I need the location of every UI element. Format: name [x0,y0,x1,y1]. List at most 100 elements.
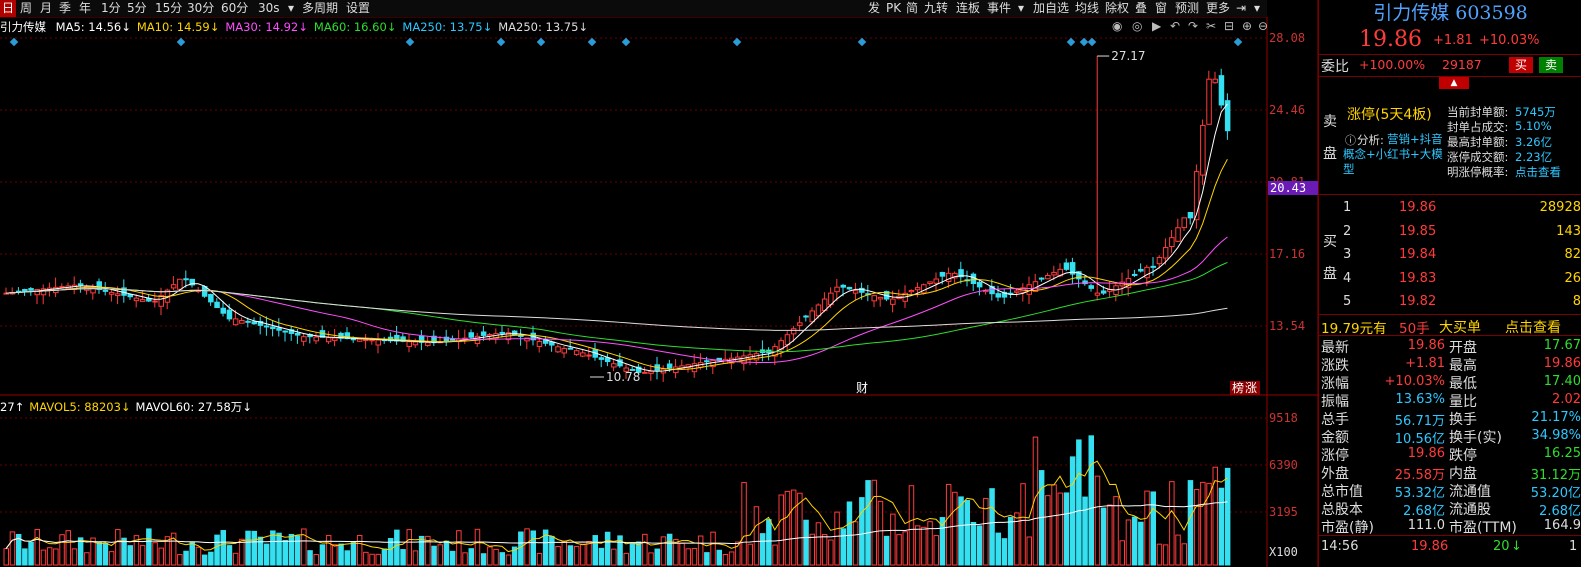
target-icon[interactable]: ◎ [1132,19,1142,33]
play-icon[interactable]: ▶ [1152,19,1161,33]
candle-body [28,288,34,291]
bid-level: 4 [1343,270,1352,286]
volume-bar [505,554,512,566]
volume-bar [883,535,890,566]
candle-body [809,310,815,323]
sell-button[interactable]: 卖 [1539,57,1563,73]
vol-legend-item: 27↑ [0,400,25,414]
candle-body [332,337,338,341]
candle-body [803,315,809,318]
limit-info-value[interactable]: 点击查看 [1515,164,1561,180]
scissors-icon[interactable]: ✂ [1206,19,1216,33]
ma-line-30 [5,236,1228,364]
candle-body [170,284,177,289]
candle-body [133,297,140,302]
stat-value: 10.56亿 [1394,432,1445,447]
stat-value: 17.67 [1543,338,1581,353]
vol-axis-label: 3195 [1269,505,1298,519]
volume-bar [226,545,233,566]
undo-icon[interactable]: ↶ [1170,19,1180,33]
candle-body [183,278,189,281]
eye-icon[interactable]: ◉ [1112,19,1122,33]
volume-bar [586,540,592,566]
volume-bar [356,535,363,566]
volume-bar [772,544,778,566]
price-axis-label: 28.08 [1269,31,1305,45]
volume-bar [778,494,784,566]
stock-title: 引力传媒 603598 [1373,2,1528,24]
big-order-link[interactable]: 点击查看 [1505,317,1561,337]
volume-bar [294,535,301,566]
volume-bar [710,531,716,566]
volume-bar [3,548,9,566]
candle-body [995,293,1001,298]
volume-bar [976,525,983,566]
volume-bar [524,528,530,566]
candle-body [846,286,853,290]
limit-info-key: 涨停成交额: [1447,150,1509,164]
candle-body [115,293,121,297]
candle-body [1156,256,1163,265]
volume-bar [958,496,964,566]
candle-body [1187,211,1194,219]
volume-bar [449,550,456,566]
candle-body [976,281,983,288]
stat-key: 涨幅 [1321,376,1349,392]
limit-info-value: 2.23亿 [1515,150,1553,164]
ma-legend-item: MA250: 13.75↓ [498,20,589,34]
volume-bar [722,553,729,566]
candle-body [790,328,797,335]
volume-bar [338,543,344,566]
analysis-text[interactable]: 营销+抖音概念+小红书+大模型 [1343,132,1445,177]
volume-bar [208,551,214,566]
chart-tools: ◉ ◎ ▶ ↶ ↷ ✂ ⊟ ⊕ ⊖ [1108,19,1268,35]
volume-bar [189,541,195,566]
collapse-up-icon[interactable]: ▲ [1439,77,1469,89]
stat-key: 市盈(静) [1321,520,1374,536]
redo-icon[interactable]: ↷ [1188,19,1198,33]
stat-value: 17.40 [1543,374,1581,389]
volume-bar [344,550,350,566]
finance-marker: 财 [856,381,868,395]
candle-body [325,337,332,343]
kline-chart[interactable]: 28.0824.4620.8117.1613.5420.439518639031… [0,0,1318,567]
event-diamond [1066,37,1076,47]
candle-body [914,287,921,291]
zoom-out-icon[interactable]: ⊖ [1258,19,1268,33]
volume-bar [493,548,499,566]
volume-bar [1100,507,1107,566]
stat-value: 19.86 [1543,356,1581,371]
volume-bar [846,501,853,566]
volume-bar [381,548,388,566]
volume-bar [753,506,760,566]
candle-body [412,341,419,346]
bid-volume: 28928 [1539,200,1581,215]
stat-key: 涨跌 [1321,358,1349,374]
volume-bar [1007,516,1014,566]
volume-bar [635,541,642,566]
volume-bar [840,528,846,566]
lock-icon[interactable]: ⊟ [1224,19,1234,33]
ma-line-10 [5,158,1228,370]
stat-key: 振幅 [1321,394,1349,410]
event-diamond [1233,37,1243,47]
event-diamond [1079,37,1089,47]
volume-bar [865,480,871,566]
volume-bar [815,522,822,566]
buy-button[interactable]: 买 [1509,57,1533,73]
zoom-in-icon[interactable]: ⊕ [1242,19,1252,33]
candle-body [294,332,301,336]
low-label: 10.78 [606,370,640,384]
volume-bar [598,547,605,566]
candle-body [177,278,183,290]
price-axis-label: 24.46 [1269,103,1305,117]
candle-body [561,348,567,354]
volume-bar [1181,543,1187,566]
candle-body [1169,237,1175,247]
volume-bar [71,548,78,566]
volume-bar [183,550,189,566]
candle-body [363,339,369,342]
volume-bar [443,540,450,566]
volume-bar [1045,495,1051,566]
limit-info-value: 5745万 [1515,105,1556,119]
